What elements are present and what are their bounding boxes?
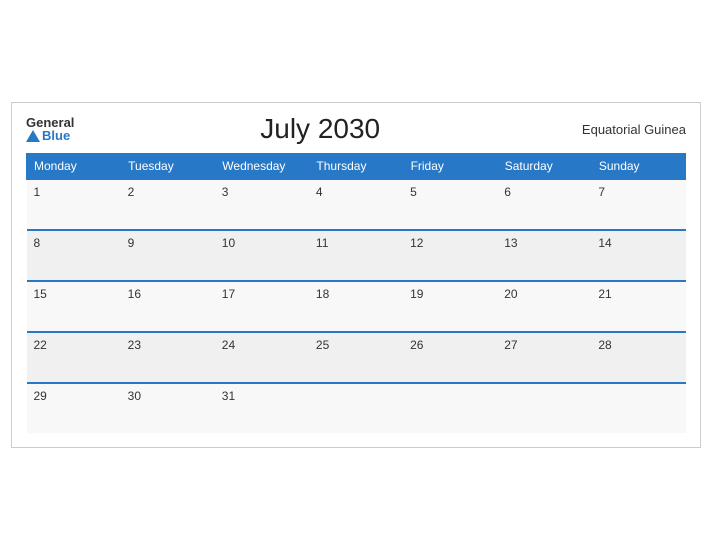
day-number: 22: [34, 338, 47, 352]
day-number: 30: [128, 389, 141, 403]
calendar-day-cell: 9: [121, 230, 215, 281]
day-number: 14: [598, 236, 611, 250]
calendar-week-row: 29 30 31: [27, 383, 686, 433]
calendar-day-cell: 31: [215, 383, 309, 433]
calendar-day-cell: 3: [215, 179, 309, 230]
day-number: 3: [222, 185, 229, 199]
day-number: 9: [128, 236, 135, 250]
header-monday: Monday: [27, 154, 121, 180]
day-number: 10: [222, 236, 235, 250]
logo-triangle-icon: [26, 130, 40, 142]
day-number: 17: [222, 287, 235, 301]
calendar-day-cell: 24: [215, 332, 309, 383]
day-number: 18: [316, 287, 329, 301]
day-number: 4: [316, 185, 323, 199]
day-number: 8: [34, 236, 41, 250]
calendar-day-cell: 15: [27, 281, 121, 332]
day-number: 20: [504, 287, 517, 301]
header-wednesday: Wednesday: [215, 154, 309, 180]
calendar-day-cell: [309, 383, 403, 433]
calendar-day-cell: 19: [403, 281, 497, 332]
calendar-header: General Blue July 2030 Equatorial Guinea: [26, 113, 686, 145]
calendar-day-cell: 21: [591, 281, 685, 332]
day-number: 27: [504, 338, 517, 352]
calendar-day-cell: [591, 383, 685, 433]
calendar-day-cell: [403, 383, 497, 433]
calendar-day-cell: 14: [591, 230, 685, 281]
day-number: 21: [598, 287, 611, 301]
day-number: 23: [128, 338, 141, 352]
logo-blue-text: Blue: [26, 129, 74, 142]
calendar-day-cell: 23: [121, 332, 215, 383]
calendar-day-cell: 28: [591, 332, 685, 383]
calendar-title: July 2030: [74, 113, 566, 145]
day-number: 26: [410, 338, 423, 352]
calendar-day-cell: 6: [497, 179, 591, 230]
calendar-day-cell: 27: [497, 332, 591, 383]
calendar-day-cell: 2: [121, 179, 215, 230]
day-number: 11: [316, 236, 328, 250]
day-number: 12: [410, 236, 423, 250]
day-number: 15: [34, 287, 47, 301]
day-number: 16: [128, 287, 141, 301]
day-number: 25: [316, 338, 329, 352]
calendar-day-cell: 12: [403, 230, 497, 281]
day-number: 13: [504, 236, 517, 250]
day-number: 7: [598, 185, 605, 199]
header-thursday: Thursday: [309, 154, 403, 180]
day-number: 29: [34, 389, 47, 403]
header-tuesday: Tuesday: [121, 154, 215, 180]
day-number: 28: [598, 338, 611, 352]
logo: General Blue: [26, 116, 74, 142]
calendar-day-cell: 1: [27, 179, 121, 230]
calendar-day-cell: 22: [27, 332, 121, 383]
calendar-country: Equatorial Guinea: [566, 122, 686, 137]
day-number: 6: [504, 185, 511, 199]
calendar-day-cell: 26: [403, 332, 497, 383]
calendar-day-cell: 18: [309, 281, 403, 332]
calendar-week-row: 22 23 24 25 26 27 28: [27, 332, 686, 383]
calendar-day-cell: 10: [215, 230, 309, 281]
day-number: 2: [128, 185, 135, 199]
day-number: 5: [410, 185, 417, 199]
header-sunday: Sunday: [591, 154, 685, 180]
weekday-header-row: Monday Tuesday Wednesday Thursday Friday…: [27, 154, 686, 180]
calendar-day-cell: 13: [497, 230, 591, 281]
calendar-day-cell: 25: [309, 332, 403, 383]
calendar-grid: Monday Tuesday Wednesday Thursday Friday…: [26, 153, 686, 433]
calendar-day-cell: 7: [591, 179, 685, 230]
calendar-week-row: 8 9 10 11 12 13 14: [27, 230, 686, 281]
calendar-day-cell: 29: [27, 383, 121, 433]
calendar-day-cell: 8: [27, 230, 121, 281]
calendar-day-cell: 16: [121, 281, 215, 332]
calendar-day-cell: 4: [309, 179, 403, 230]
calendar-week-row: 15 16 17 18 19 20 21: [27, 281, 686, 332]
day-number: 1: [34, 185, 41, 199]
day-number: 19: [410, 287, 423, 301]
calendar-day-cell: 11: [309, 230, 403, 281]
calendar-day-cell: 30: [121, 383, 215, 433]
day-number: 31: [222, 389, 235, 403]
calendar-day-cell: 17: [215, 281, 309, 332]
calendar-week-row: 1 2 3 4 5 6 7: [27, 179, 686, 230]
day-number: 24: [222, 338, 235, 352]
calendar-day-cell: 20: [497, 281, 591, 332]
calendar-day-cell: 5: [403, 179, 497, 230]
header-saturday: Saturday: [497, 154, 591, 180]
calendar-container: General Blue July 2030 Equatorial Guinea…: [11, 102, 701, 448]
calendar-day-cell: [497, 383, 591, 433]
header-friday: Friday: [403, 154, 497, 180]
